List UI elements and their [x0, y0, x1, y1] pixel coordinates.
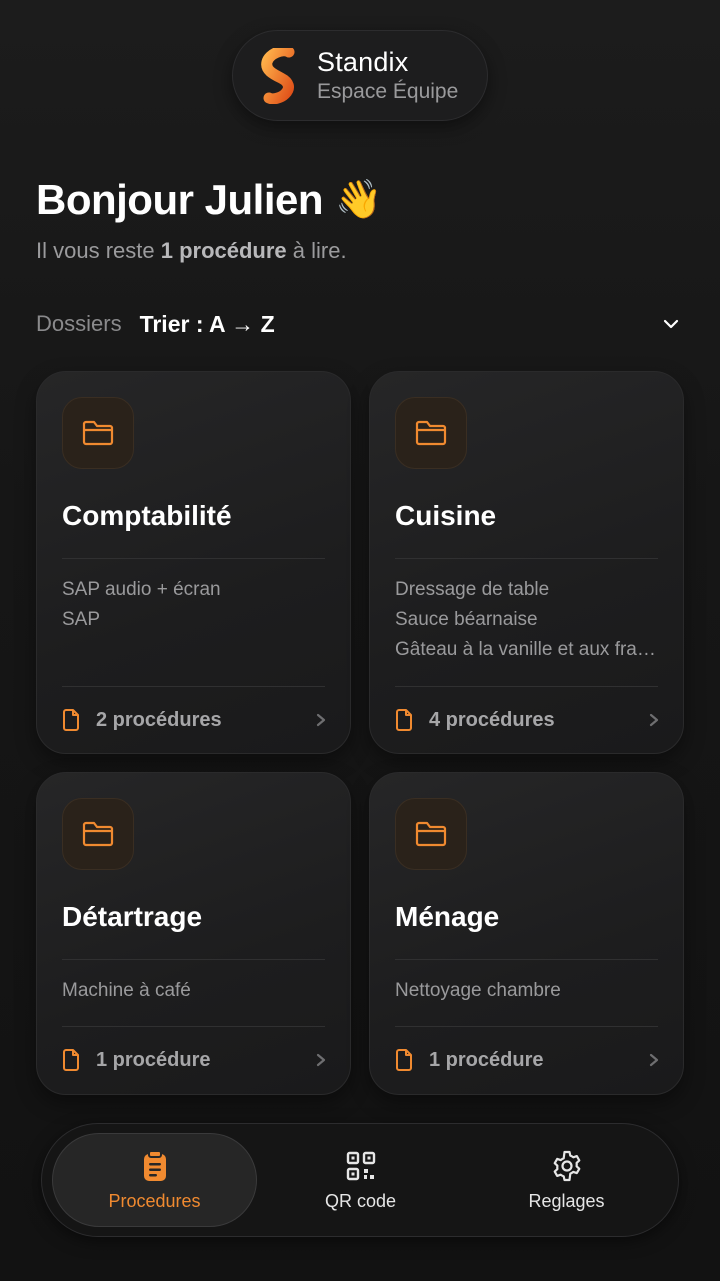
- folder-item: Nettoyage chambre: [395, 980, 561, 1001]
- app-screen: Standix Espace Équipe Bonjour Julien 👋 I…: [0, 0, 720, 1281]
- procedure-count: 2 procédures: [96, 708, 222, 731]
- folders-label: Dossiers: [36, 311, 122, 336]
- greeting-title: Bonjour Julien 👋: [36, 176, 382, 224]
- folder-footer: 1 procédure: [395, 1045, 661, 1075]
- subtitle-prefix: Il vous reste: [36, 238, 161, 263]
- nav-item-qr-code[interactable]: QR code: [258, 1133, 463, 1227]
- folder-item: Sauce béarnaise: [395, 609, 538, 630]
- chevron-right-icon: [649, 713, 659, 727]
- standix-logo-icon: [261, 47, 295, 104]
- folder-footer: 1 procédure: [62, 1045, 328, 1075]
- folder-title: Détartrage: [62, 901, 203, 932]
- greeting-subtitle: Il vous reste 1 procédure à lire.: [36, 238, 347, 264]
- subtitle-count: 1 procédure: [160, 238, 287, 263]
- nav-item-procedures[interactable]: Procedures: [52, 1133, 257, 1227]
- chevron-right-icon: [649, 1053, 659, 1067]
- folder-item: SAP audio + écran: [62, 579, 221, 600]
- folder-title: Cuisine: [395, 500, 497, 531]
- gear-icon: [553, 1150, 580, 1181]
- folder-card-detartrage[interactable]: Détartrage Machine à café 1 procédure: [36, 772, 351, 1095]
- document-icon: [63, 1049, 79, 1071]
- divider: [62, 959, 325, 960]
- divider: [62, 686, 325, 687]
- subtitle-suffix: à lire.: [286, 238, 347, 263]
- document-icon: [396, 709, 412, 731]
- clipboard-icon: [143, 1149, 166, 1181]
- folder-title: Comptabilité: [62, 500, 232, 531]
- folder-card-comptabilite[interactable]: Comptabilité SAP audio + écran SAP 2 pro…: [36, 371, 351, 754]
- folder-item: Gâteau à la vanille et aux frais...: [395, 639, 658, 660]
- sort-row[interactable]: Dossiers Trier : A → Z: [36, 308, 684, 340]
- document-icon: [396, 1049, 412, 1071]
- folder-icon: [395, 798, 467, 870]
- waving-hand-icon: 👋: [335, 179, 382, 221]
- procedure-count: 1 procédure: [429, 1048, 544, 1071]
- nav-label: Procedures: [108, 1190, 201, 1211]
- folder-icon: [395, 397, 467, 469]
- folder-icon: [62, 798, 134, 870]
- qr-code-icon: [346, 1151, 375, 1180]
- folder-items: Machine à café: [62, 976, 325, 1006]
- folder-items: Nettoyage chambre: [395, 976, 658, 1006]
- folder-items: SAP audio + écran SAP: [62, 575, 325, 635]
- divider: [395, 558, 658, 559]
- document-icon: [63, 709, 79, 731]
- folder-items: Dressage de table Sauce béarnaise Gâteau…: [395, 575, 658, 665]
- divider: [395, 959, 658, 960]
- folder-footer: 4 procédures: [395, 705, 661, 735]
- greeting-text: Bonjour Julien: [36, 176, 324, 223]
- folder-icon: [62, 397, 134, 469]
- nav-label: QR code: [324, 1190, 397, 1211]
- divider: [395, 686, 658, 687]
- folder-item: Dressage de table: [395, 579, 550, 600]
- chevron-right-icon: [316, 1053, 326, 1067]
- folder-item: Machine à café: [62, 980, 191, 1001]
- chevron-right-icon: [316, 713, 326, 727]
- nav-label: Reglages: [528, 1190, 605, 1211]
- folder-footer: 2 procédures: [62, 705, 328, 735]
- folder-title: Ménage: [395, 901, 500, 932]
- procedure-count: 4 procédures: [429, 708, 555, 731]
- bottom-navigation: Procedures QR code Reglages: [41, 1123, 679, 1237]
- folder-card-menage[interactable]: Ménage Nettoyage chambre 1 procédure: [369, 772, 684, 1095]
- brand-pill[interactable]: Standix Espace Équipe: [232, 30, 488, 121]
- brand-subtitle: Espace Équipe: [317, 80, 459, 103]
- chevron-down-icon[interactable]: [662, 315, 680, 333]
- divider: [395, 1026, 658, 1027]
- divider: [62, 1026, 325, 1027]
- sort-value[interactable]: Trier : A → Z: [140, 311, 275, 338]
- nav-item-reglages[interactable]: Reglages: [464, 1133, 669, 1227]
- folder-card-cuisine[interactable]: Cuisine Dressage de table Sauce béarnais…: [369, 371, 684, 754]
- divider: [62, 558, 325, 559]
- folder-item: SAP: [62, 609, 101, 630]
- brand-name: Standix: [317, 47, 409, 77]
- procedure-count: 1 procédure: [96, 1048, 211, 1071]
